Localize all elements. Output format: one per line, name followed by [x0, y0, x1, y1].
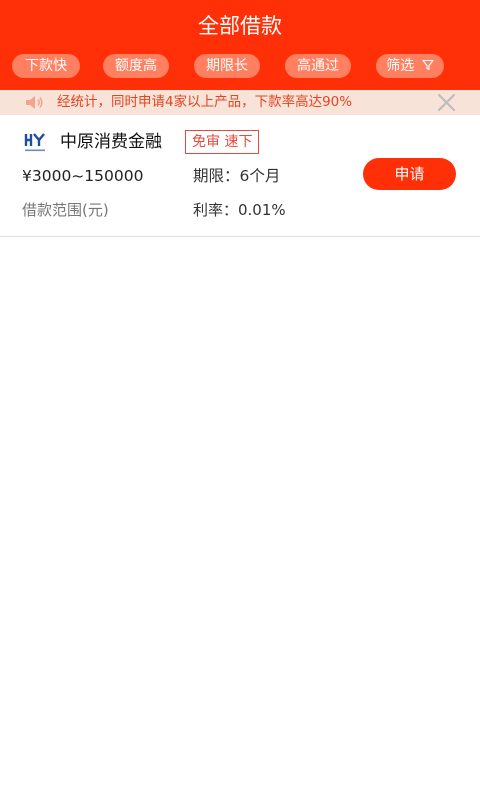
- apply-button[interactable]: 申请: [363, 158, 456, 190]
- notice-banner: 经统计，同时申请4家以上产品，下款率高达90%: [0, 90, 480, 115]
- filter-screen-button[interactable]: 筛选: [376, 54, 444, 78]
- filter-label: 下款快: [25, 58, 67, 74]
- funnel-icon: [422, 59, 434, 71]
- filter-bar: 下款快 额度高 期限长 高通过 筛选: [0, 54, 480, 78]
- loan-term: 期限：6个月: [193, 167, 281, 185]
- zhongyuan-logo-icon: [24, 132, 46, 152]
- speaker-icon: [26, 96, 43, 109]
- filter-high-limit[interactable]: 额度高: [103, 54, 169, 78]
- filter-label: 高通过: [297, 58, 339, 74]
- filter-fast-disbursement[interactable]: 下款快: [12, 54, 80, 78]
- filter-label: 额度高: [115, 58, 157, 74]
- filter-label: 期限长: [206, 58, 248, 74]
- page-title: 全部借款: [198, 14, 282, 38]
- filter-long-term[interactable]: 期限长: [194, 54, 260, 78]
- filter-label: 筛选: [386, 58, 415, 74]
- interest-rate: 利率：0.01%: [193, 201, 286, 219]
- product-name: 中原消费金融: [60, 132, 162, 152]
- filter-high-approval[interactable]: 高通过: [285, 54, 351, 78]
- amount-range: ¥3000~150000: [22, 167, 144, 185]
- product-card[interactable]: 中原消费金融 免审 速下 ¥3000~150000 借款范围(元) 期限：6个月…: [0, 115, 480, 237]
- header-bar: 全部借款 下款快 额度高 期限长 高通过 筛选: [0, 0, 480, 90]
- product-tag: 免审 速下: [185, 130, 260, 154]
- notice-text: 经统计，同时申请4家以上产品，下款率高达90%: [57, 94, 353, 110]
- close-icon[interactable]: [437, 93, 456, 112]
- amount-label: 借款范围(元): [22, 201, 109, 219]
